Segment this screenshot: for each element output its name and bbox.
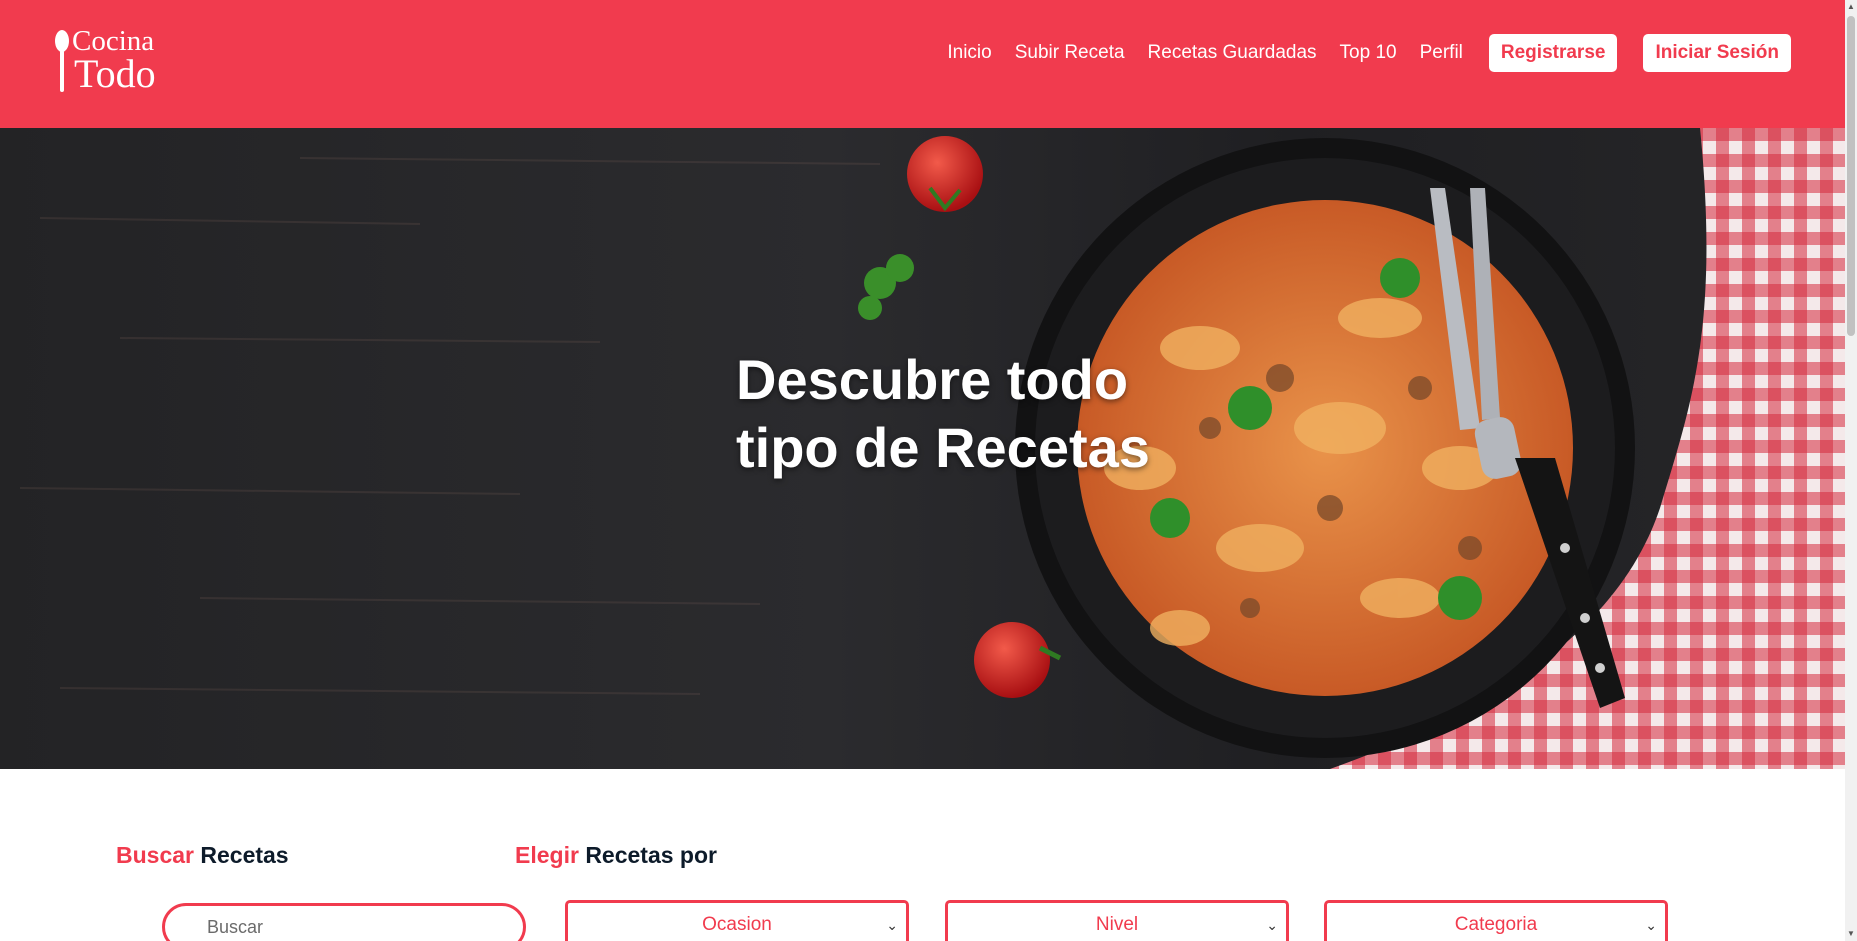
page: Cocina Todo Inicio Subir Receta Recetas … [0,0,1845,941]
scroll-up-icon[interactable]: ▲ [1845,0,1857,14]
filter-title-rest: Recetas por [585,842,717,868]
nav-inicio[interactable]: Inicio [947,42,991,64]
hero-title-line1: Descubre todo [736,348,1129,411]
logo-line2: Todo [74,51,156,96]
chevron-down-icon: ⌄ [886,917,898,933]
spoon-icon [55,30,69,92]
nav-recetas-guardadas[interactable]: Recetas Guardadas [1148,42,1317,64]
scroll-down-icon[interactable]: ▼ [1845,927,1857,941]
filter-section-title: Elegir Recetas por [515,842,717,869]
select-nivel[interactable]: Nivel ⌄ [945,900,1289,941]
main-nav: Inicio Subir Receta Recetas Guardadas To… [924,34,1791,72]
scrollbar-thumb[interactable] [1847,16,1855,336]
chevron-down-icon: ⌄ [1645,917,1657,933]
chevron-down-icon: ⌄ [1266,917,1278,933]
page-scrollbar[interactable]: ▲ ▼ [1845,0,1857,941]
search-title-rest: Recetas [200,842,289,868]
hero-banner: Descubre todo tipo de Recetas [0,128,1845,769]
hero-title: Descubre todo tipo de Recetas [736,346,1156,482]
site-logo[interactable]: Cocina Todo [52,24,172,96]
select-ocasion[interactable]: Ocasion ⌄ [565,900,909,941]
select-categoria[interactable]: Categoria ⌄ [1324,900,1668,941]
select-nivel-label: Nivel [1095,914,1139,935]
filter-title-accent: Elegir [515,842,579,868]
search-section-title: Buscar Recetas [116,842,289,869]
search-title-accent: Buscar [116,842,194,868]
search-input[interactable] [162,903,526,941]
nav-top-10[interactable]: Top 10 [1340,42,1397,64]
hero-title-line2: tipo de Recetas [736,416,1150,479]
login-button[interactable]: Iniciar Sesión [1643,34,1791,72]
register-button[interactable]: Registrarse [1488,34,1618,72]
nav-perfil[interactable]: Perfil [1420,42,1463,64]
select-categoria-label: Categoria [1454,914,1538,935]
site-header: Cocina Todo Inicio Subir Receta Recetas … [0,0,1845,128]
nav-subir-receta[interactable]: Subir Receta [1015,42,1125,64]
select-ocasion-label: Ocasion [702,914,772,935]
